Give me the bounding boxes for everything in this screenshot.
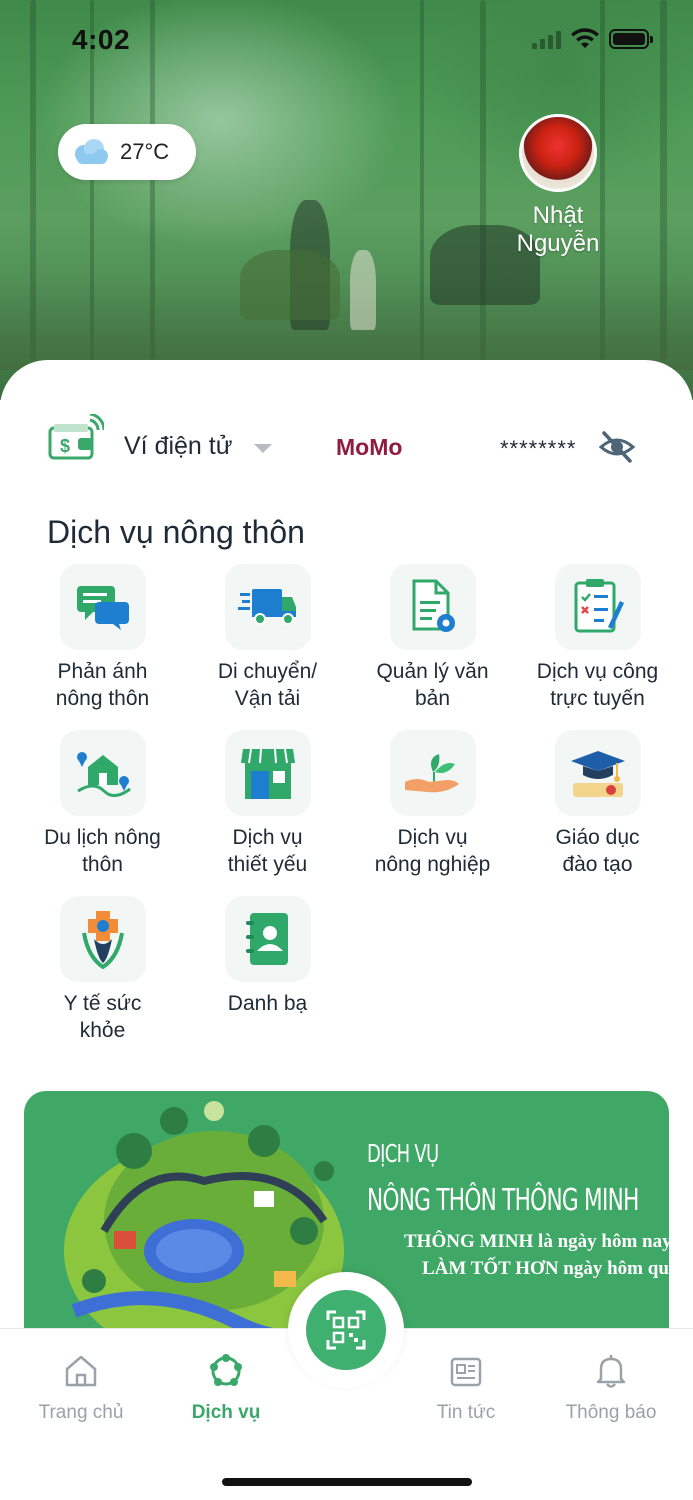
cloud-icon [75, 139, 108, 164]
signal-icon [532, 29, 561, 49]
service-label: Y tế sức khỏe [63, 992, 142, 1042]
nav-home[interactable]: Trang chủ [11, 1351, 151, 1424]
nav-notifications[interactable]: Thông báo [541, 1351, 681, 1424]
weather-chip[interactable]: 27°C [58, 124, 196, 180]
status-time: 4:02 [72, 24, 131, 55]
user-profile[interactable]: Nhật Nguyễn [498, 114, 618, 258]
service-label: Di chuyển/ Vận tải [217, 660, 318, 710]
status-icons [532, 28, 653, 50]
service-label: Quản lý văn bản [376, 660, 489, 710]
service-feedback[interactable]: Phản ánh nông thôn [20, 564, 185, 712]
storefront-icon [240, 748, 295, 799]
banner-slogan-1: THÔNG MINH là ngày hôm nay [404, 1231, 669, 1252]
nav-label: Thông báo [565, 1402, 657, 1423]
qr-scan-button[interactable] [306, 1290, 386, 1370]
chat-bubbles-icon [76, 586, 129, 630]
wallet-label[interactable]: Ví điện tử [124, 432, 232, 461]
service-public-online[interactable]: Dịch vụ công trực tuyến [515, 564, 680, 712]
status-bar: 4:02 [0, 0, 693, 80]
service-label: Danh bạ [227, 992, 308, 1015]
truck-icon [237, 589, 296, 625]
document-gear-icon [412, 579, 455, 632]
services-icon [210, 1354, 242, 1386]
eye-off-icon[interactable] [598, 430, 636, 464]
service-label: Dịch vụ nông nghiệp [374, 826, 491, 876]
wallet-provider: MoMo [336, 434, 403, 460]
nav-label: Trang chủ [38, 1402, 124, 1423]
service-contacts[interactable]: Danh bạ [185, 896, 350, 1017]
wallet-row[interactable]: $ Ví điện tử MoMo ******** [46, 414, 646, 478]
banner-title-line2: NÔNG THÔN THÔNG MINH [367, 1183, 639, 1218]
service-tourism[interactable]: Du lịch nông thôn [20, 730, 185, 878]
hand-sprout-icon [404, 754, 459, 793]
service-label: Giáo dục đào tạo [555, 826, 640, 876]
bell-icon [596, 1355, 626, 1388]
svg-text:$: $ [60, 436, 70, 456]
nav-services[interactable]: Dịch vụ [156, 1351, 296, 1424]
service-agriculture[interactable]: Dịch vụ nông nghiệp [350, 730, 515, 878]
banner-slogan-2: LÀM TỐT HƠN ngày hôm qua [422, 1258, 669, 1279]
wifi-icon [571, 28, 599, 48]
home-icon [65, 1355, 97, 1387]
battery-icon [609, 29, 653, 49]
qr-scan-icon [326, 1310, 366, 1350]
user-name: Nhật Nguyễn [516, 202, 600, 257]
wallet-balance: ******** [500, 436, 577, 461]
service-label: Du lịch nông thôn [44, 826, 161, 876]
contact-book-icon [245, 913, 288, 965]
avatar[interactable] [519, 114, 597, 192]
checklist-pen-icon [574, 579, 624, 633]
chevron-down-icon[interactable] [254, 444, 272, 453]
service-documents[interactable]: Quản lý văn bản [350, 564, 515, 712]
map-house-icon [76, 752, 131, 797]
section-title: Dịch vụ nông thôn [47, 514, 305, 550]
home-indicator[interactable] [222, 1478, 472, 1486]
service-health[interactable]: Y tế sức khỏe [20, 896, 185, 1044]
banner-title-line1: DỊCH VỤ [367, 1139, 439, 1168]
nav-label: Dịch vụ [191, 1402, 261, 1423]
news-icon [450, 1357, 482, 1387]
nav-label: Tin tức [436, 1402, 496, 1423]
service-label: Dịch vụ công trực tuyến [536, 660, 659, 710]
health-cross-icon [81, 911, 124, 969]
nav-news[interactable]: Tin tức [396, 1351, 536, 1424]
service-education[interactable]: Giáo dục đào tạo [515, 730, 680, 878]
service-label: Phản ánh nông thôn [55, 660, 150, 710]
weather-temperature: 27°C [120, 139, 170, 164]
graduation-cap-icon [570, 751, 625, 797]
service-transport[interactable]: Di chuyển/ Vận tải [185, 564, 350, 712]
service-essential[interactable]: Dịch vụ thiết yếu [185, 730, 350, 878]
service-label: Dịch vụ thiết yếu [227, 826, 308, 876]
wallet-wireless-icon: $ [48, 414, 104, 460]
